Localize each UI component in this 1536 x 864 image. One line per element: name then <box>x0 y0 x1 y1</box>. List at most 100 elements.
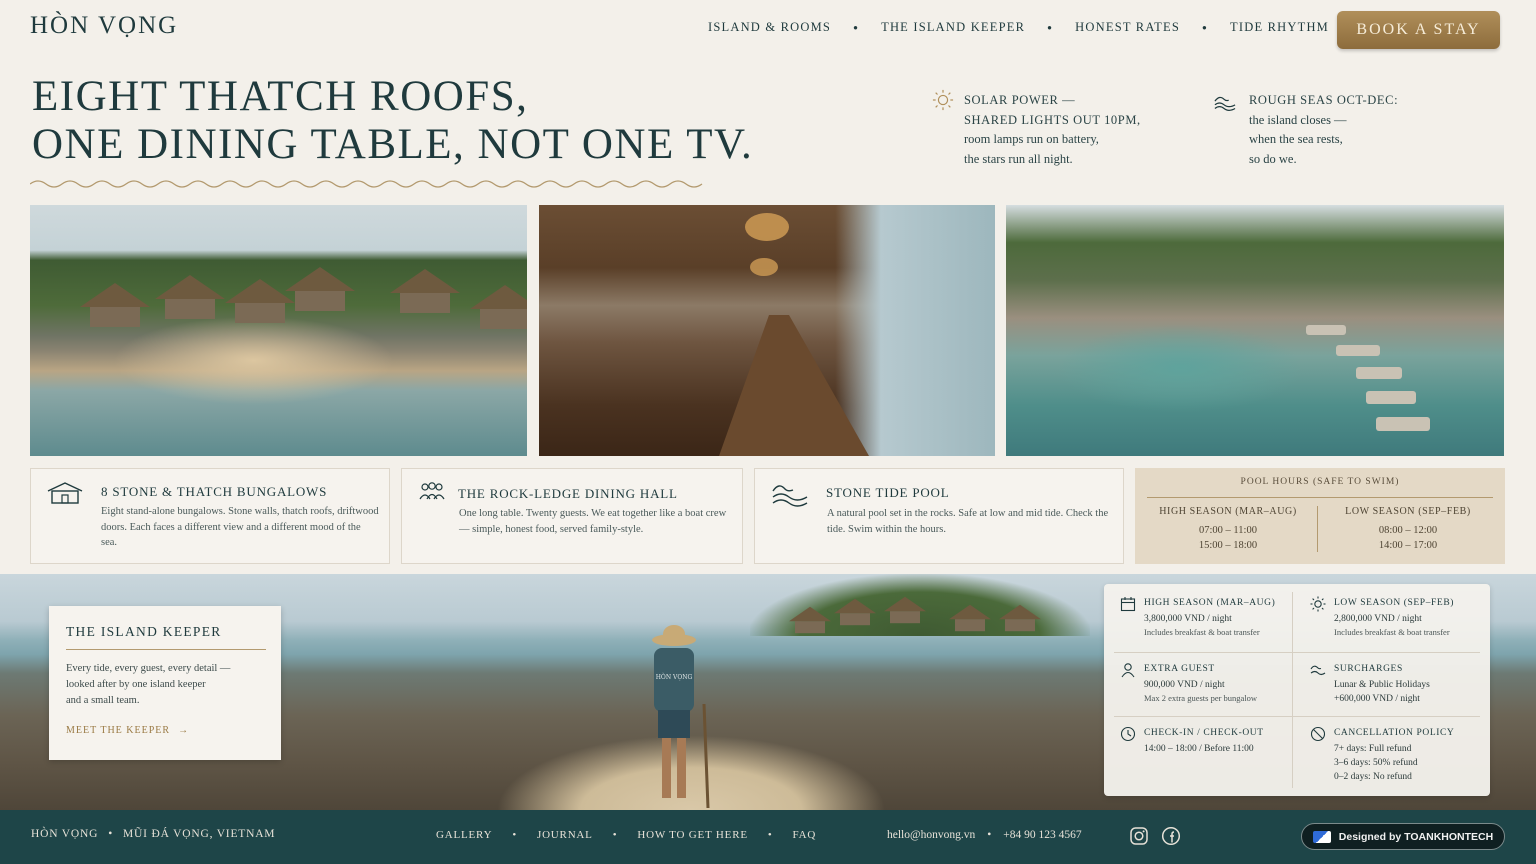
seas-note-line3: when the sea rests, <box>1249 132 1343 146</box>
rate-price: 3,800,000 VND / night <box>1144 614 1232 624</box>
rate-line: 0–2 days: No refund <box>1334 772 1412 782</box>
keeper-shirt-text: HÒN VỌNG <box>656 673 693 681</box>
keeper-line3: and a small team. <box>66 695 140 706</box>
bungalow-icon <box>47 482 83 504</box>
rate-note: Includes breakfast & boat transfer <box>1334 627 1450 637</box>
feature-title: THE ROCK-LEDGE DINING HALL <box>458 486 678 501</box>
rate-title: CANCELLATION POLICY <box>1334 728 1455 738</box>
site-logo[interactable]: HÒN VỌNG <box>30 12 178 40</box>
rate-title: EXTRA GUEST <box>1144 664 1215 674</box>
keeper-line2: looked after by one island keeper <box>66 679 206 690</box>
pool-low-slot2: 14:00 – 17:00 <box>1378 540 1438 551</box>
footer-link-journal[interactable]: JOURNAL <box>537 829 593 841</box>
rates-divider <box>1114 716 1480 717</box>
footer-logo[interactable]: HÒN VỌNG <box>31 828 98 840</box>
pool-column-divider <box>1317 506 1318 552</box>
nav-honest-rates[interactable]: HONEST RATES <box>1075 20 1180 35</box>
hut <box>834 598 876 626</box>
designer-badge[interactable]: Designed by TOANKHONTECH <box>1301 823 1505 850</box>
rate-price: 2,800,000 VND / night <box>1334 614 1422 624</box>
pool-high-slot2: 15:00 – 18:00 <box>1198 540 1258 551</box>
dining-hall-photo <box>539 205 995 456</box>
footer-email[interactable]: hello@honvong.vn <box>887 829 975 841</box>
hut <box>285 267 355 311</box>
clock-icon <box>1120 726 1136 742</box>
hero-headline: EIGHT THATCH ROOFS, ONE DINING TABLE, NO… <box>32 73 753 169</box>
rate-line: 3–6 days: 50% refund <box>1334 758 1418 768</box>
hut <box>789 606 831 634</box>
rates-panel: HIGH SEASON (MAR–AUG) 3,800,000 VND / ni… <box>1104 584 1490 796</box>
rate-title: HIGH SEASON (MAR–AUG) <box>1144 598 1276 608</box>
dining-table-illustration <box>719 213 869 456</box>
nav-separator: ● <box>1201 23 1209 32</box>
rate-title: SURCHARGES <box>1334 664 1403 674</box>
cancel-icon <box>1310 726 1326 742</box>
rate-note: Max 2 extra guests per bungalow <box>1144 693 1258 703</box>
designer-badge-label: Designed by TOANKHONTECH <box>1338 830 1494 843</box>
pool-low-label: LOW SEASON (SEP–FEB) <box>1345 506 1471 517</box>
footer-social <box>1129 826 1181 846</box>
meet-keeper-link[interactable]: MEET THE KEEPER → <box>66 725 189 736</box>
tide-pool-photo <box>1006 205 1504 456</box>
pool-high-label: HIGH SEASON (MAR–AUG) <box>1159 506 1297 517</box>
footer-contact: hello@honvong.vn • +84 90 123 4567 <box>887 829 1082 841</box>
feature-title: 8 STONE & THATCH BUNGALOWS <box>101 484 328 499</box>
wave-icon <box>772 485 808 507</box>
feature-card-bungalows: 8 STONE & THATCH BUNGALOWS Eight stand-a… <box>30 468 390 564</box>
rate-line: Lunar & Public Holidays <box>1334 680 1430 690</box>
rate-price: 900,000 VND / night <box>1144 680 1225 690</box>
pool-high-season: HIGH SEASON (MAR–AUG) 07:00 – 11:00 15:0… <box>1143 506 1313 553</box>
pool-low-slot1: 08:00 – 12:00 <box>1378 525 1438 536</box>
headline-line-1: EIGHT THATCH ROOFS, <box>32 73 529 120</box>
nav-tide-rhythm[interactable]: TIDE RHYTHM <box>1230 20 1329 35</box>
island-keeper-card: THE ISLAND KEEPER Every tide, every gues… <box>49 606 281 760</box>
headline-line-2: ONE DINING TABLE, NOT ONE TV. <box>32 121 754 168</box>
hut <box>470 285 527 329</box>
nav-island-rooms[interactable]: ISLAND & ROOMS <box>708 20 831 35</box>
keeper-card-body: Every tide, every guest, every detail — … <box>66 661 230 709</box>
feature-card-tide-pool: STONE TIDE POOL A natural pool set in th… <box>754 468 1124 564</box>
pool-hours-panel: POOL HOURS (SAFE TO SWIM) HIGH SEASON (M… <box>1135 468 1505 564</box>
rate-high-season: HIGH SEASON (MAR–AUG) 3,800,000 VND / ni… <box>1120 597 1300 639</box>
nav-separator: ● <box>853 23 860 32</box>
pool-divider <box>1147 497 1493 498</box>
footer-link-how-to-get-here[interactable]: HOW TO GET HERE <box>637 829 748 841</box>
footer-separator: • <box>512 829 517 841</box>
hut <box>999 604 1041 632</box>
hut <box>949 604 991 632</box>
instagram-icon[interactable] <box>1129 826 1149 846</box>
stepping-stones-illustration <box>1306 325 1430 431</box>
sun-icon <box>932 89 954 111</box>
hut <box>155 275 225 319</box>
main-nav: ISLAND & ROOMS ● THE ISLAND KEEPER ● HON… <box>708 20 1329 35</box>
keeper-card-title: THE ISLAND KEEPER <box>66 624 222 639</box>
footer-location: MŨI ĐÁ VỌNG, VIETNAM <box>123 828 276 840</box>
seas-note-line4: so do we. <box>1249 151 1297 166</box>
footer-nav: GALLERY • JOURNAL • HOW TO GET HERE • FA… <box>436 829 816 841</box>
solar-note-lead2: SHARED LIGHTS OUT 10PM, <box>964 112 1141 127</box>
solar-power-note: SOLAR POWER — SHARED LIGHTS OUT 10PM, ro… <box>964 91 1141 169</box>
book-stay-button[interactable]: BOOK A STAY <box>1337 11 1500 49</box>
solar-note-line4: the stars run all night. <box>964 151 1073 166</box>
seas-note-line2: the island closes — <box>1249 112 1347 127</box>
footer-link-gallery[interactable]: GALLERY <box>436 829 492 841</box>
arrow-right-icon: → <box>178 725 190 736</box>
bungalows-photo <box>30 205 527 456</box>
hut <box>80 283 150 327</box>
wave-divider <box>30 180 703 188</box>
feature-card-dining: THE ROCK-LEDGE DINING HALL One long tabl… <box>401 468 743 564</box>
sun-icon <box>1310 596 1326 612</box>
designer-logo-icon <box>1312 830 1331 843</box>
feature-body: A natural pool set in the rocks. Safe at… <box>827 508 1109 535</box>
pool-high-slot1: 07:00 – 11:00 <box>1199 525 1257 536</box>
facebook-icon[interactable] <box>1161 826 1181 846</box>
rate-line: 14:00 – 18:00 / Before 11:00 <box>1144 744 1254 754</box>
footer-phone[interactable]: +84 90 123 4567 <box>1003 829 1081 841</box>
footer-link-faq[interactable]: FAQ <box>793 829 817 841</box>
rate-extra-guest: EXTRA GUEST 900,000 VND / night Max 2 ex… <box>1120 663 1300 705</box>
site-footer: HÒN VỌNG • MŨI ĐÁ VỌNG, VIETNAM GALLERY … <box>0 810 1536 864</box>
footer-brand: HÒN VỌNG • MŨI ĐÁ VỌNG, VIETNAM <box>31 828 275 840</box>
pool-hours-title: POOL HOURS (SAFE TO SWIM) <box>1240 477 1400 487</box>
nav-island-keeper[interactable]: THE ISLAND KEEPER <box>881 20 1025 35</box>
rate-line: +600,000 VND / night <box>1334 694 1420 704</box>
